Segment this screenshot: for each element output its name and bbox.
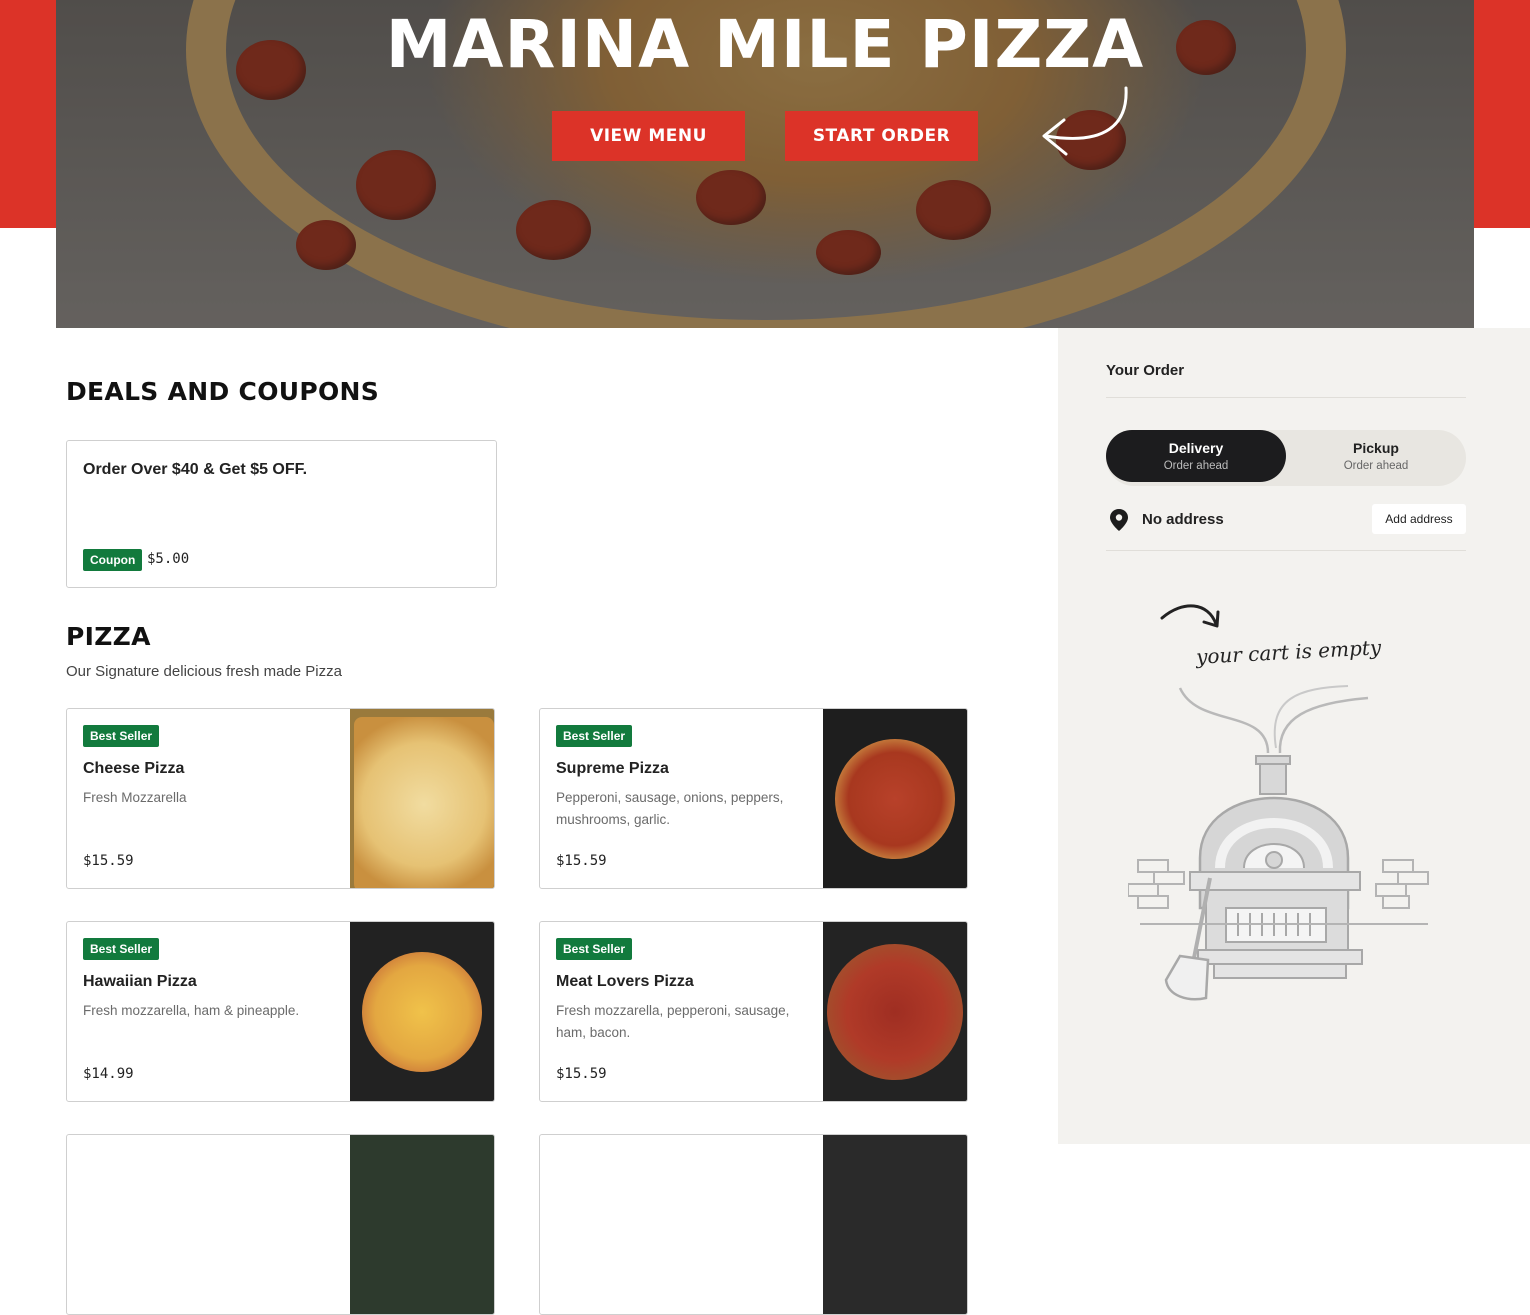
delivery-sublabel: Order ahead (1163, 460, 1229, 472)
item-name: Supreme Pizza (556, 760, 669, 777)
item-description: Fresh mozzarella, ham & pineapple. (83, 1003, 300, 1018)
menu-item-card[interactable]: Best Seller Meat Lovers Pizza Fresh mozz… (539, 921, 968, 1102)
deals-section-title: DEALS AND COUPONS (66, 377, 380, 406)
coupon-card[interactable]: Order Over $40 & Get $5 OFF. Coupon $5.0… (66, 440, 497, 588)
item-photo (350, 922, 494, 1101)
item-price: $15.59 (556, 853, 607, 869)
menu-item-card[interactable]: Best Seller Cheese Pizza Fresh Mozzarell… (66, 708, 495, 889)
item-photo (350, 709, 494, 888)
menu-item-card[interactable] (539, 1134, 968, 1315)
coupon-title: Order Over $40 & Get $5 OFF. (83, 461, 308, 478)
pizza-section-title: PIZZA (66, 622, 151, 651)
item-description: Fresh Mozzarella (83, 790, 187, 805)
fulfillment-toggle: Delivery Order ahead Pickup Order ahead (1106, 430, 1466, 486)
pickup-label: Pickup (1353, 440, 1399, 456)
view-menu-button[interactable]: VIEW MENU (552, 111, 745, 161)
menu-item-card[interactable]: Best Seller Supreme Pizza Pepperoni, sau… (539, 708, 968, 889)
location-pin-icon (1110, 509, 1128, 531)
menu-item-card[interactable] (66, 1134, 495, 1315)
menu-item-card[interactable]: Best Seller Hawaiian Pizza Fresh mozzare… (66, 921, 495, 1102)
best-seller-badge: Best Seller (83, 725, 160, 747)
divider (1106, 397, 1466, 398)
order-sidebar: Your Order Delivery Order ahead Pickup O… (1058, 328, 1530, 1144)
item-name: Cheese Pizza (83, 760, 185, 777)
item-description: Fresh mozzarella, pepperoni, sausage, ha… (556, 1003, 790, 1040)
order-title: Your Order (1106, 362, 1185, 379)
item-description: Pepperoni, sausage, onions, peppers, mus… (556, 790, 784, 827)
delivery-option[interactable]: Delivery Order ahead (1106, 430, 1286, 482)
item-photo (823, 922, 967, 1101)
item-name: Meat Lovers Pizza (556, 973, 694, 990)
coupon-badge: Coupon (83, 549, 143, 571)
item-photo (350, 1135, 494, 1314)
item-photo (823, 1135, 967, 1314)
delivery-label: Delivery (1168, 440, 1224, 456)
restaurant-title: MARINA MILE PIZZA (385, 6, 1145, 83)
curved-arrow-icon (1042, 86, 1128, 156)
item-price: $15.59 (556, 1066, 607, 1082)
item-name: Hawaiian Pizza (83, 973, 197, 990)
best-seller-badge: Best Seller (556, 725, 633, 747)
divider (1106, 550, 1466, 551)
best-seller-badge: Best Seller (83, 938, 160, 960)
coupon-amount: $5.00 (147, 551, 190, 567)
item-photo (823, 709, 967, 888)
best-seller-badge: Best Seller (556, 938, 633, 960)
start-order-button[interactable]: START ORDER (785, 111, 978, 161)
address-label: No address (1142, 511, 1224, 528)
add-address-button[interactable]: Add address (1372, 504, 1466, 534)
pickup-sublabel: Order ahead (1343, 460, 1409, 472)
pickup-option[interactable]: Pickup Order ahead (1286, 430, 1466, 482)
item-price: $14.99 (83, 1066, 134, 1082)
pizza-section-subtitle: Our Signature delicious fresh made Pizza (66, 663, 342, 680)
item-price: $15.59 (83, 853, 134, 869)
